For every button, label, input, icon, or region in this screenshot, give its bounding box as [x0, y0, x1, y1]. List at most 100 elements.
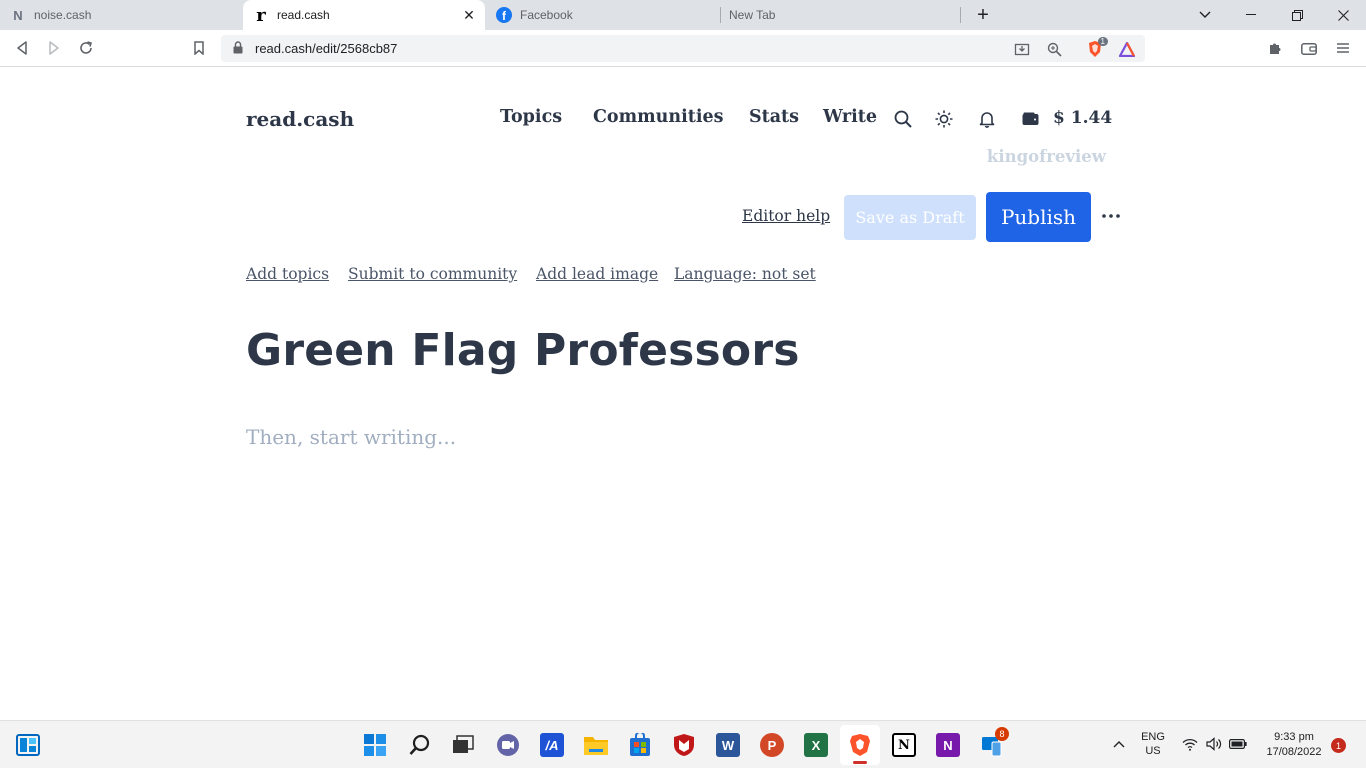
nav-topics[interactable]: Topics	[500, 107, 562, 127]
windows-start-icon	[364, 734, 386, 756]
read-cash-favicon-icon: r	[256, 4, 266, 26]
wallet-icon[interactable]	[1020, 109, 1040, 129]
widgets-icon	[16, 734, 40, 756]
wallet-icon	[1301, 42, 1317, 55]
store-icon	[630, 733, 650, 756]
file-explorer-button[interactable]	[576, 725, 616, 765]
task-view-button[interactable]	[443, 725, 483, 765]
chevron-up-icon	[1113, 741, 1125, 748]
wallet-button[interactable]	[1297, 37, 1321, 59]
more-options-icon[interactable]	[1100, 205, 1122, 227]
wallet-balance[interactable]: $ 1.44	[1053, 108, 1112, 128]
restore-button[interactable]	[1274, 0, 1320, 30]
nav-communities[interactable]: Communities	[593, 107, 723, 127]
mcafee-button[interactable]	[664, 725, 704, 765]
back-button[interactable]	[10, 37, 34, 59]
editor-help-link[interactable]: Editor help	[742, 207, 830, 225]
url-text: read.cash/edit/2568cb87	[255, 41, 398, 56]
brave-lion-icon	[850, 734, 870, 756]
forward-button[interactable]	[42, 37, 66, 59]
clock[interactable]: 9:33 pm 17/08/2022	[1256, 730, 1332, 760]
hamburger-menu-icon	[1337, 43, 1349, 53]
windows-taskbar: /A W P X N N 8 ENG US 9:33 pm 17/08/2022…	[0, 720, 1366, 768]
site-logo[interactable]: read.cash	[246, 107, 354, 131]
notion-icon: N	[892, 733, 916, 757]
tab-search-button[interactable]	[1182, 0, 1228, 30]
notifications-bell-icon[interactable]	[977, 109, 997, 129]
reload-icon	[80, 41, 92, 54]
menu-button[interactable]	[1331, 37, 1355, 59]
nav-write[interactable]: Write	[823, 107, 877, 127]
onenote-button[interactable]: N	[928, 725, 968, 765]
start-button[interactable]	[355, 725, 395, 765]
teams-chat-button[interactable]	[488, 725, 528, 765]
excel-icon: X	[804, 733, 828, 757]
input-language-indicator[interactable]: ENG US	[1135, 730, 1171, 758]
install-app-icon[interactable]	[1012, 39, 1032, 59]
nav-stats[interactable]: Stats	[749, 107, 799, 127]
minimize-icon	[1246, 14, 1256, 15]
app-studio-button[interactable]: /A	[532, 725, 572, 765]
notion-button[interactable]: N	[884, 725, 924, 765]
browser-toolbar: read.cash/edit/2568cb87 1	[0, 30, 1366, 67]
article-title-field[interactable]: Green Flag Professors	[246, 325, 800, 376]
excel-button[interactable]: X	[796, 725, 836, 765]
task-view-icon	[453, 735, 474, 753]
tab-label: Facebook	[520, 8, 573, 22]
mcafee-shield-icon	[674, 734, 694, 756]
brave-browser-button[interactable]	[840, 725, 880, 765]
app-studio-icon: /A	[540, 733, 564, 757]
close-tab-icon[interactable]: ✕	[461, 7, 477, 23]
search-icon	[409, 734, 430, 755]
wifi-icon[interactable]	[1181, 735, 1199, 753]
tab-read-cash[interactable]: r read.cash ✕	[243, 0, 485, 30]
microsoft-store-button[interactable]	[620, 725, 660, 765]
brave-shields-icon[interactable]: 1	[1082, 37, 1108, 59]
minimize-button[interactable]	[1228, 0, 1274, 30]
tab-new-tab[interactable]: New Tab	[720, 0, 960, 30]
tab-noise-cash[interactable]: N noise.cash	[0, 0, 242, 30]
browser-tab-strip: N noise.cash r read.cash ✕ f Facebook Ne…	[0, 0, 1366, 30]
phone-link-button[interactable]: 8	[972, 725, 1012, 765]
clock-time: 9:33 pm	[1274, 731, 1314, 743]
theme-toggle-sun-icon[interactable]	[934, 109, 954, 129]
teams-chat-icon	[497, 734, 519, 756]
close-window-button[interactable]	[1320, 0, 1366, 30]
language-link[interactable]: Language: not set	[674, 265, 816, 283]
publish-button[interactable]: Publish	[986, 192, 1091, 242]
new-tab-button[interactable]: +	[960, 0, 1006, 30]
volume-icon[interactable]	[1205, 735, 1223, 753]
reload-button[interactable]	[74, 37, 98, 59]
add-lead-image-link[interactable]: Add lead image	[536, 265, 658, 283]
submit-to-community-link[interactable]: Submit to community	[348, 265, 517, 283]
puzzle-icon	[1269, 43, 1280, 54]
phone-link-badge: 8	[995, 727, 1009, 741]
tab-facebook[interactable]: f Facebook	[486, 0, 720, 30]
bookmark-icon	[194, 41, 204, 55]
save-as-draft-button[interactable]: Save as Draft	[844, 195, 976, 240]
tab-label: read.cash	[277, 8, 330, 22]
powerpoint-icon: P	[760, 733, 784, 757]
brave-rewards-icon[interactable]	[1117, 39, 1137, 59]
noise-cash-favicon-icon: N	[13, 7, 23, 23]
forward-icon	[49, 41, 59, 55]
zoom-icon[interactable]	[1044, 39, 1064, 59]
powerpoint-button[interactable]: P	[752, 725, 792, 765]
notification-center-badge[interactable]: 1	[1331, 738, 1346, 753]
add-topics-link[interactable]: Add topics	[246, 265, 329, 283]
show-hidden-icons-button[interactable]	[1110, 735, 1128, 753]
chevron-down-icon	[1199, 11, 1211, 18]
word-button[interactable]: W	[708, 725, 748, 765]
bookmark-button[interactable]	[187, 37, 211, 59]
close-icon	[1337, 9, 1349, 21]
article-body-field[interactable]: Then, start writing...	[246, 425, 456, 449]
address-bar[interactable]: read.cash/edit/2568cb87 1	[221, 35, 1145, 62]
shield-count-badge: 1	[1097, 37, 1108, 46]
battery-icon[interactable]	[1229, 735, 1247, 753]
search-icon[interactable]	[893, 109, 913, 129]
onenote-icon: N	[936, 733, 960, 757]
username-link[interactable]: kingofreview	[987, 147, 1106, 166]
taskbar-search-button[interactable]	[400, 725, 440, 765]
widgets-button[interactable]	[8, 725, 48, 765]
extensions-button[interactable]	[1263, 37, 1287, 59]
